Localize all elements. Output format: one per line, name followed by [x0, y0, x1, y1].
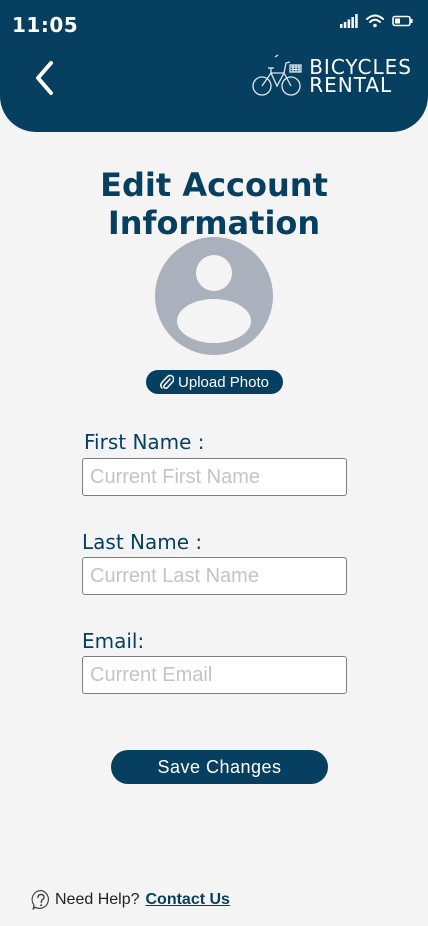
status-icons — [340, 14, 414, 28]
first-name-input[interactable] — [82, 458, 347, 496]
upload-photo-button[interactable]: Upload Photo — [146, 370, 283, 394]
last-name-input[interactable] — [82, 557, 347, 595]
signal-icon — [340, 14, 358, 28]
wifi-icon — [366, 14, 384, 28]
status-time: 11:05 — [12, 13, 79, 37]
upload-photo-label: Upload Photo — [178, 373, 269, 391]
page-title: Edit Account Information — [100, 166, 328, 242]
help-text: Need Help? — [55, 891, 140, 908]
save-changes-button[interactable]: Save Changes — [111, 750, 328, 784]
paperclip-icon — [160, 374, 175, 390]
bicycle-icon — [252, 54, 302, 96]
back-button[interactable] — [30, 58, 62, 98]
help-section: Need Help? Contact Us — [30, 889, 230, 911]
email-label: Email: — [82, 629, 145, 653]
logo-text: BICYCLES RENTAL — [309, 57, 412, 95]
app-header: 11:05 BICYCLES RENTAL — [0, 0, 428, 132]
brand-logo: BICYCLES RENTAL — [251, 54, 412, 98]
email-input[interactable] — [82, 656, 347, 694]
user-placeholder-icon — [177, 255, 251, 343]
avatar — [155, 237, 273, 355]
contact-us-link[interactable]: Contact Us — [146, 891, 230, 909]
chevron-left-icon — [36, 61, 53, 95]
first-name-label: First Name : — [84, 430, 205, 454]
last-name-label: Last Name : — [82, 530, 203, 554]
question-bubble-icon — [31, 889, 50, 910]
battery-icon — [392, 15, 413, 27]
